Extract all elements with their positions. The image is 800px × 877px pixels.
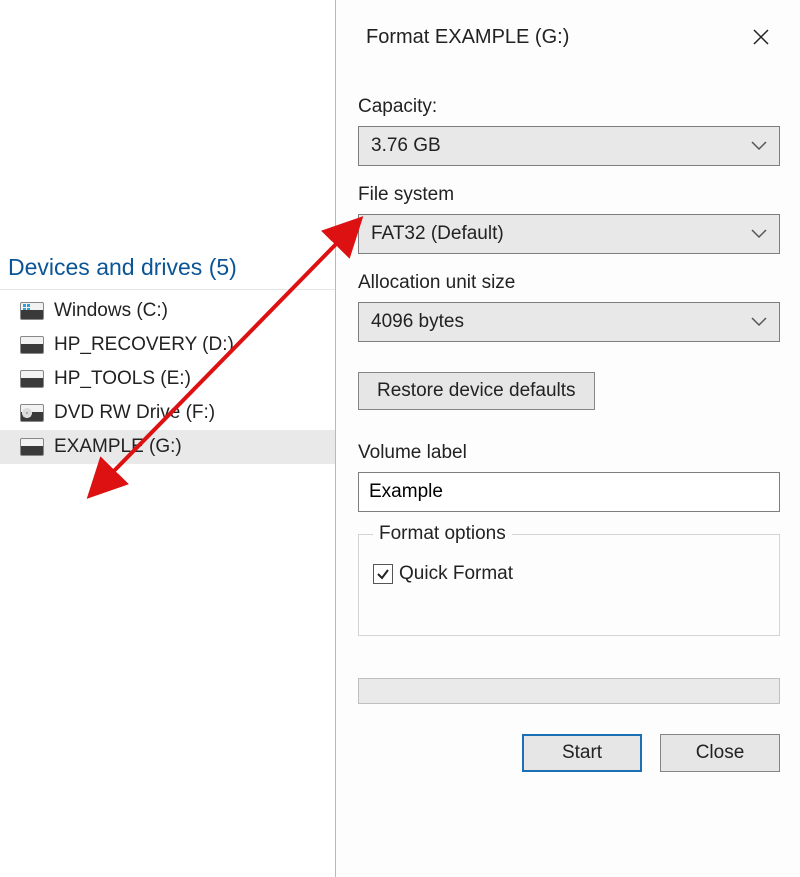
close-button[interactable] [742, 20, 780, 54]
drive-item-windows-c[interactable]: Windows (C:) [0, 294, 335, 328]
chevron-down-icon [751, 141, 767, 151]
drive-item-hp-tools[interactable]: HP_TOOLS (E:) [0, 362, 335, 396]
allocation-label: Allocation unit size [358, 272, 780, 294]
chevron-down-icon [751, 229, 767, 239]
chevron-down-icon [751, 317, 767, 327]
close-dialog-button[interactable]: Close [660, 734, 780, 772]
volume-label-label: Volume label [358, 442, 780, 464]
format-options-group: Format options Quick Format [358, 534, 780, 636]
optical-drive-icon [20, 404, 44, 422]
drive-item-dvd-rw[interactable]: DVD RW Drive (F:) [0, 396, 335, 430]
drive-icon [20, 370, 44, 388]
capacity-select[interactable]: 3.76 GB [358, 126, 780, 166]
drive-label: DVD RW Drive (F:) [54, 402, 215, 424]
format-options-legend: Format options [373, 523, 512, 545]
dialog-title: Format EXAMPLE (G:) [366, 26, 569, 49]
progress-bar [358, 678, 780, 704]
drive-item-hp-recovery[interactable]: HP_RECOVERY (D:) [0, 328, 335, 362]
drive-label: HP_RECOVERY (D:) [54, 334, 234, 356]
restore-defaults-button[interactable]: Restore device defaults [358, 372, 595, 410]
format-dialog: Format EXAMPLE (G:) Capacity: 3.76 GB Fi… [335, 0, 800, 877]
allocation-value: 4096 bytes [371, 311, 464, 333]
checkbox-checked-icon [373, 564, 393, 584]
quick-format-label: Quick Format [399, 563, 513, 585]
filesystem-value: FAT32 (Default) [371, 223, 504, 245]
volume-label-input[interactable] [358, 472, 780, 512]
drive-icon [20, 302, 44, 320]
devices-section-header[interactable]: Devices and drives (5) [0, 250, 335, 290]
quick-format-checkbox[interactable]: Quick Format [373, 563, 765, 585]
capacity-value: 3.76 GB [371, 135, 441, 157]
drive-icon [20, 438, 44, 456]
filesystem-select[interactable]: FAT32 (Default) [358, 214, 780, 254]
allocation-select[interactable]: 4096 bytes [358, 302, 780, 342]
close-icon [752, 28, 770, 46]
drive-item-example-g[interactable]: EXAMPLE (G:) [0, 430, 335, 464]
filesystem-label: File system [358, 184, 780, 206]
start-button[interactable]: Start [522, 734, 642, 772]
capacity-label: Capacity: [358, 96, 780, 118]
drive-label: Windows (C:) [54, 300, 168, 322]
drive-label: HP_TOOLS (E:) [54, 368, 191, 390]
drive-list: Windows (C:) HP_RECOVERY (D:) HP_TOOLS (… [0, 294, 335, 464]
drive-label: EXAMPLE (G:) [54, 436, 182, 458]
dialog-titlebar: Format EXAMPLE (G:) [336, 0, 800, 74]
drive-icon [20, 336, 44, 354]
explorer-devices-section: Devices and drives (5) Windows (C:) HP_R… [0, 250, 335, 464]
